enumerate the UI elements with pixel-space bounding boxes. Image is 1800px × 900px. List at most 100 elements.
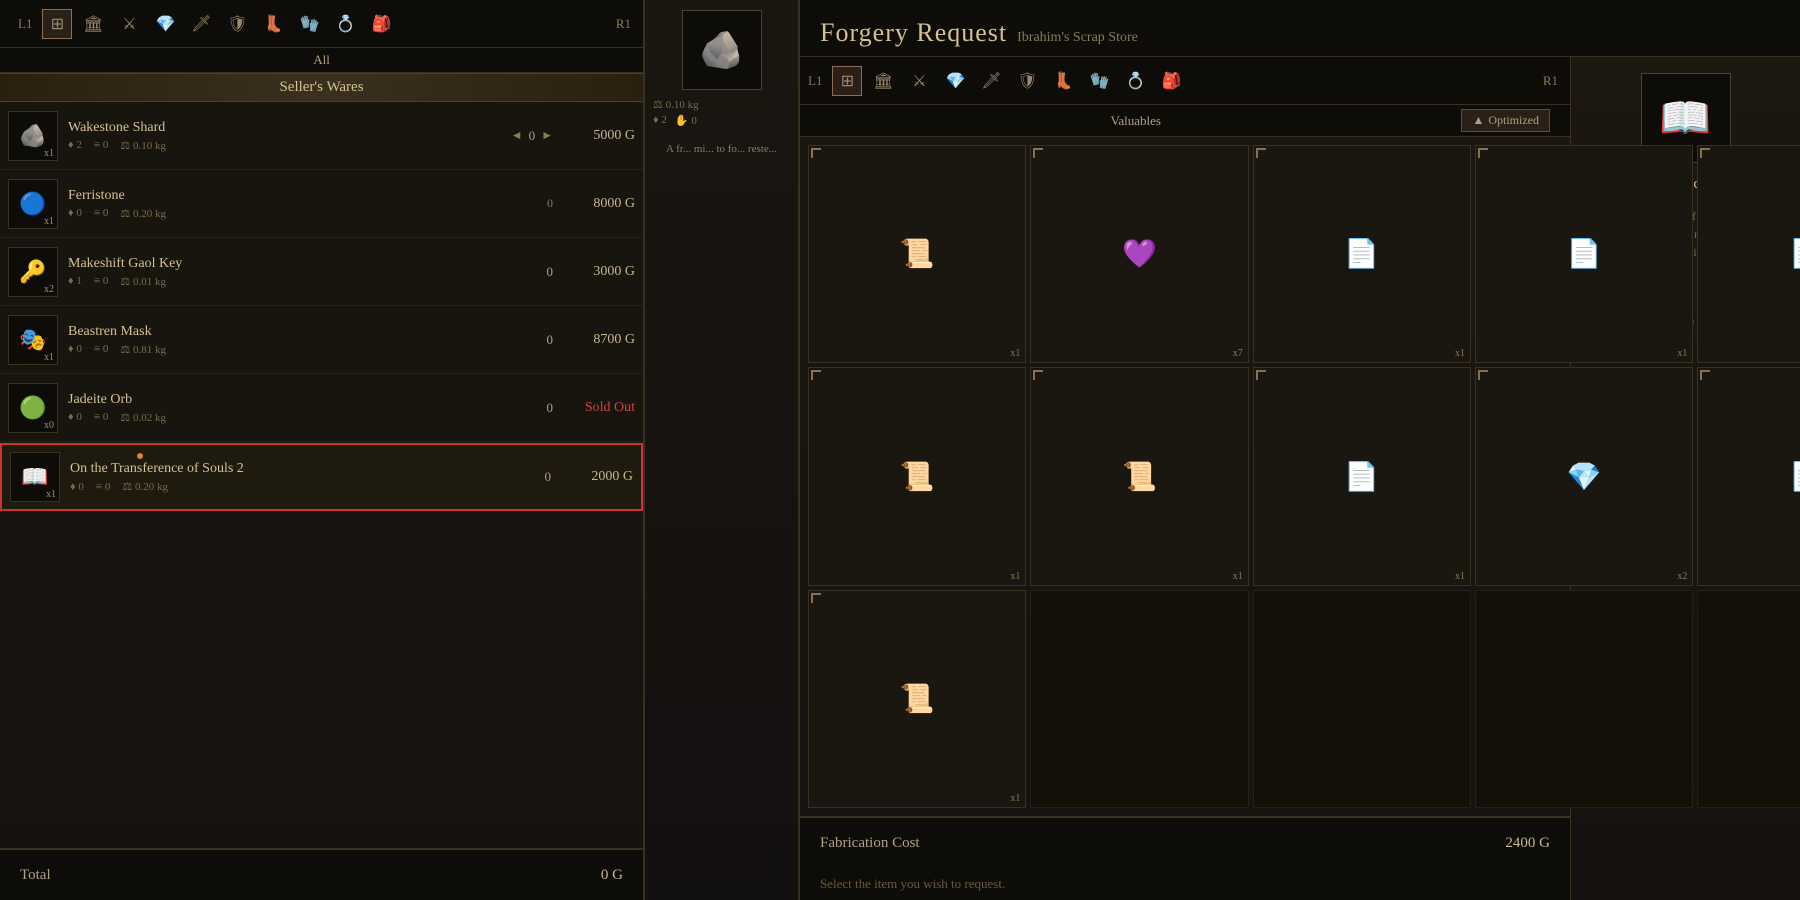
grid-cell-3[interactable]: 📄 x1: [1475, 145, 1693, 363]
nav-icon-grid[interactable]: ⊞: [42, 9, 72, 39]
ferristone-qty-owned: x1: [44, 216, 54, 227]
cell10-corner: [811, 593, 821, 603]
nav-icon-ring[interactable]: 💍: [330, 9, 360, 39]
wakestone-arrow-right[interactable]: ►: [541, 128, 553, 143]
valuables-nav: L1 ⊞ 🏛 ⚔ 💎 🗡 🛡 👢 🧤 💍 🎒 R1: [800, 57, 1570, 105]
gaol-key-stats: ♦ 1 ≡ 0 ⚖ 0.01 kg: [68, 275, 547, 288]
jadeite-orb-icon: 🟢: [19, 395, 46, 421]
triangle-icon: ▲: [1472, 113, 1484, 128]
cell2-corner: [1256, 148, 1266, 158]
grid-cell-4[interactable]: 📄 x1: [1697, 145, 1800, 363]
valuables-grid: 📜 x1 💜 x7 📄 x1 📄 x1: [800, 137, 1570, 816]
grid-cell-0[interactable]: 📜 x1: [808, 145, 1026, 363]
cell9-corner: [1700, 370, 1710, 380]
total-value: 0 G: [601, 867, 623, 884]
grid-cell-9[interactable]: 📄 x1: [1697, 367, 1800, 585]
grid-cell-7[interactable]: 📄 x1: [1253, 367, 1471, 585]
grid-cell-6[interactable]: 📜 x1: [1030, 367, 1248, 585]
right-subtitle: Ibrahim's Scrap Store: [1017, 30, 1138, 46]
grid-cell-10[interactable]: 📜 x1: [808, 590, 1026, 808]
right-nav-icon-shield[interactable]: 🛡: [1012, 66, 1042, 96]
right-nav-icon-ring[interactable]: 💍: [1120, 66, 1150, 96]
item-row-gaol-key[interactable]: 🔑 x2 Makeshift Gaol Key ♦ 1 ≡ 0 ⚖ 0.01 k…: [0, 238, 643, 306]
right-nav-icon-gem[interactable]: 💎: [940, 66, 970, 96]
wakestone-diamond-stat: ♦ 2: [68, 139, 82, 152]
grid-cell-8[interactable]: 💎 x2: [1475, 367, 1693, 585]
transference-icon: 📖: [21, 464, 48, 490]
ferristone-qty-control[interactable]: 0: [547, 196, 553, 211]
right-nav-icon-bag[interactable]: 🎒: [1156, 66, 1186, 96]
valuables-category-bar: Valuables ▲ Optimized: [800, 105, 1570, 137]
nav-icon-shield[interactable]: 🛡: [222, 9, 252, 39]
wakestone-price: 5000 G: [565, 128, 635, 144]
gaol-key-diamond-stat: ♦ 1: [68, 275, 82, 288]
beastren-mask-icon-wrap: 🎭 x1: [8, 315, 58, 365]
grid-cell-2[interactable]: 📄 x1: [1253, 145, 1471, 363]
optimized-button[interactable]: ▲ Optimized: [1461, 109, 1550, 132]
right-nav-icon-grid[interactable]: ⊞: [832, 66, 862, 96]
nav-icon-sword[interactable]: ⚔: [114, 9, 144, 39]
ferristone-price: 8000 G: [565, 196, 635, 212]
gaol-key-qty-control[interactable]: 0: [547, 264, 554, 280]
jadeite-orb-weight-stat: ⚖ 0.02 kg: [120, 411, 166, 424]
ferristone-qty-value: 0: [547, 196, 553, 211]
grid-cell-5[interactable]: 📜 x1: [808, 367, 1026, 585]
item-row-ferristone[interactable]: 🔵 x1 Ferristone ♦ 0 ≡ 0 ⚖ 0.20 kg 0 8000…: [0, 170, 643, 238]
cell8-corner: [1478, 370, 1488, 380]
left-nav-tabs: L1 ⊞ 🏛 ⚔ 💎 🗡 🛡 👢 🧤 💍 🎒 R1: [0, 0, 643, 48]
wakestone-qty-control[interactable]: ◄ 0 ►: [511, 128, 553, 144]
cell8-qty: x2: [1677, 571, 1687, 582]
cell1-corner: [1033, 148, 1043, 158]
gaol-key-qty-value: 0: [547, 264, 554, 280]
grid-cell-1[interactable]: 💜 x7: [1030, 145, 1248, 363]
middle-preview-panel: 🪨 ⚖ 0.10 kg ♦ 2 ✋ 0 A fr... mi... to fo.…: [645, 0, 800, 900]
beastren-mask-stack-stat: ≡ 0: [94, 343, 108, 356]
right-nav-icon-home[interactable]: 🏛: [868, 66, 898, 96]
cell1-qty: x7: [1233, 348, 1243, 359]
jadeite-orb-details: Jadeite Orb ♦ 0 ≡ 0 ⚖ 0.02 kg: [68, 392, 547, 424]
transference-qty-control[interactable]: 0: [545, 469, 552, 485]
wakestone-qty-value: 0: [529, 128, 536, 144]
item-row-jadeite-orb[interactable]: 🟢 x0 Jadeite Orb ♦ 0 ≡ 0 ⚖ 0.02 kg 0 Sol…: [0, 374, 643, 442]
item-row-wakestone[interactable]: 🪨 x1 Wakestone Shard ♦ 2 ≡ 0 ⚖ 0.10 kg ◄…: [0, 102, 643, 170]
item-row-transference[interactable]: 📖 x1 On the Transference of Souls 2 ♦ 0 …: [0, 443, 643, 511]
grid-cell-12: [1253, 590, 1471, 808]
right-content: L1 ⊞ 🏛 ⚔ 💎 🗡 🛡 👢 🧤 💍 🎒 R1 Valuables ▲: [800, 57, 1800, 900]
cell6-corner: [1033, 370, 1043, 380]
ferristone-name: Ferristone: [68, 188, 547, 204]
wakestone-stack-stat: ≡ 0: [94, 139, 108, 152]
cell6-icon: 📜: [1122, 460, 1157, 494]
item-list: 🪨 x1 Wakestone Shard ♦ 2 ≡ 0 ⚖ 0.10 kg ◄…: [0, 102, 643, 848]
nav-icon-dagger[interactable]: 🗡: [186, 9, 216, 39]
preview-stat-diamond-row: ♦ 2 ✋ 0: [653, 114, 790, 127]
jadeite-orb-qty-value: 0: [547, 400, 554, 416]
beastren-mask-qty-control[interactable]: 0: [547, 332, 554, 348]
beastren-mask-icon: 🎭: [19, 327, 46, 353]
beastren-mask-diamond-stat: ♦ 0: [68, 343, 82, 356]
cell6-qty: x1: [1233, 571, 1243, 582]
select-prompt: Select the item you wish to request.: [800, 868, 1570, 900]
right-nav-icon-dagger[interactable]: 🗡: [976, 66, 1006, 96]
right-nav-icon-glove[interactable]: 🧤: [1084, 66, 1114, 96]
preview-diamond-stat: ♦ 2: [653, 114, 667, 127]
nav-icon-bag[interactable]: 🎒: [366, 9, 396, 39]
right-nav-icon-sword[interactable]: ⚔: [904, 66, 934, 96]
section-sellers-wares: Seller's Wares: [0, 73, 643, 102]
cell4-corner: [1700, 148, 1710, 158]
transference-stack-stat: ≡ 0: [96, 480, 110, 493]
wakestone-arrow-left[interactable]: ◄: [511, 128, 523, 143]
transference-qty-value: 0: [545, 469, 552, 485]
transference-name: On the Transference of Souls 2: [70, 461, 545, 477]
l1-label: L1: [18, 16, 32, 32]
right-nav-icon-boot[interactable]: 👢: [1048, 66, 1078, 96]
ferristone-stack-stat: ≡ 0: [94, 207, 108, 220]
nav-icon-gem[interactable]: 💎: [150, 9, 180, 39]
ferristone-diamond-stat: ♦ 0: [68, 207, 82, 220]
item-row-beastren-mask[interactable]: 🎭 x1 Beastren Mask ♦ 0 ≡ 0 ⚖ 0.81 kg 0 8…: [0, 306, 643, 374]
nav-icon-glove[interactable]: 🧤: [294, 9, 324, 39]
nav-icon-home[interactable]: 🏛: [78, 9, 108, 39]
jadeite-orb-stack-stat: ≡ 0: [94, 411, 108, 424]
ferristone-icon-wrap: 🔵 x1: [8, 179, 58, 229]
nav-icon-boot[interactable]: 👢: [258, 9, 288, 39]
fabrication-cost-bar: Fabrication Cost 2400 G: [800, 816, 1570, 868]
